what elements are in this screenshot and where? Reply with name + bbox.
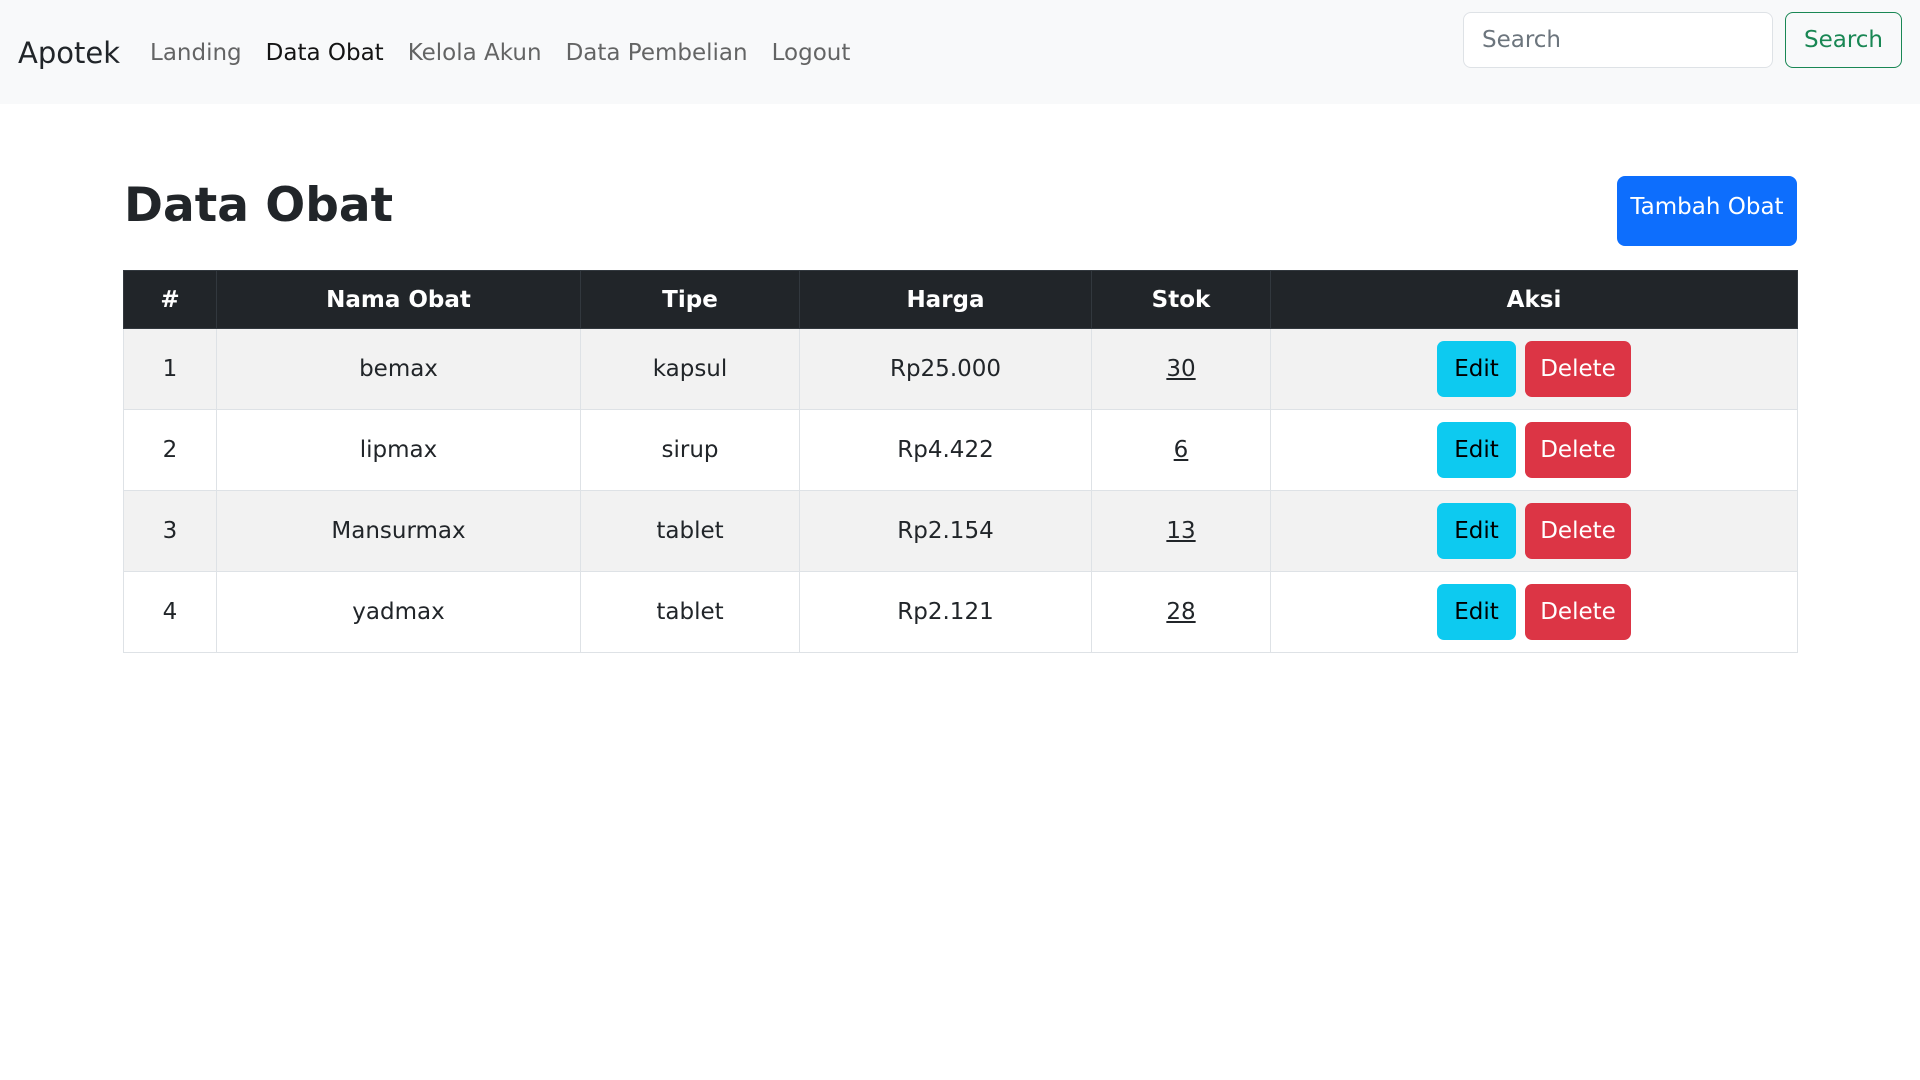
cell-aksi: Edit Delete <box>1270 409 1798 491</box>
search-input[interactable] <box>1462 12 1773 68</box>
nav-links: Landing Data Obat Kelola Akun Data Pembe… <box>150 36 862 70</box>
cell-tipe: tablet <box>580 490 800 572</box>
edit-button[interactable]: Edit <box>1437 503 1516 559</box>
nav-link-logout[interactable]: Logout <box>760 36 863 70</box>
stok-link[interactable]: 6 <box>1174 437 1189 463</box>
header-stok: Stok <box>1091 270 1271 329</box>
nav-link-data-obat[interactable]: Data Obat <box>254 36 396 70</box>
cell-harga: Rp4.422 <box>799 409 1092 491</box>
navbar: Apotek Landing Data Obat Kelola Akun Dat… <box>0 0 1920 104</box>
cell-nama-obat: bemax <box>216 328 581 410</box>
obat-table: # Nama Obat Tipe Harga Stok Aksi 1 bemax… <box>123 270 1798 653</box>
header-tipe: Tipe <box>580 270 800 329</box>
delete-button[interactable]: Delete <box>1525 584 1631 640</box>
page-title: Data Obat <box>124 178 394 233</box>
cell-nama-obat: lipmax <box>216 409 581 491</box>
cell-stok: 13 <box>1091 490 1271 572</box>
cell-tipe: tablet <box>580 571 800 653</box>
cell-no: 1 <box>123 328 217 410</box>
cell-harga: Rp2.121 <box>799 571 1092 653</box>
delete-button[interactable]: Delete <box>1525 341 1631 397</box>
edit-button[interactable]: Edit <box>1437 341 1516 397</box>
nav-link-kelola-akun[interactable]: Kelola Akun <box>396 36 554 70</box>
header-nama-obat: Nama Obat <box>216 270 581 329</box>
delete-button[interactable]: Delete <box>1525 422 1631 478</box>
cell-aksi: Edit Delete <box>1270 490 1798 572</box>
header-no: # <box>123 270 217 329</box>
cell-no: 4 <box>123 571 217 653</box>
cell-harga: Rp25.000 <box>799 328 1092 410</box>
cell-aksi: Edit Delete <box>1270 328 1798 410</box>
header-aksi: Aksi <box>1270 270 1798 329</box>
add-obat-button[interactable]: Tambah Obat <box>1617 176 1797 246</box>
cell-nama-obat: yadmax <box>216 571 581 653</box>
edit-button[interactable]: Edit <box>1437 584 1516 640</box>
cell-no: 3 <box>123 490 217 572</box>
table-header: # Nama Obat Tipe Harga Stok Aksi <box>123 270 1798 329</box>
cell-tipe: kapsul <box>580 328 800 410</box>
cell-nama-obat: Mansurmax <box>216 490 581 572</box>
table-body: 1 bemax kapsul Rp25.000 30 Edit Delete 2 … <box>123 328 1798 653</box>
cell-stok: 30 <box>1091 328 1271 410</box>
cell-stok: 6 <box>1091 409 1271 491</box>
cell-aksi: Edit Delete <box>1270 571 1798 653</box>
header-harga: Harga <box>799 270 1092 329</box>
stok-link[interactable]: 13 <box>1166 518 1195 544</box>
cell-no: 2 <box>123 409 217 491</box>
table-row: 1 bemax kapsul Rp25.000 30 Edit Delete <box>123 328 1798 410</box>
table-row: 4 yadmax tablet Rp2.121 28 Edit Delete <box>123 571 1798 653</box>
nav-link-landing[interactable]: Landing <box>150 36 254 70</box>
delete-button[interactable]: Delete <box>1525 503 1631 559</box>
edit-button[interactable]: Edit <box>1437 422 1516 478</box>
table-row: 2 lipmax sirup Rp4.422 6 Edit Delete <box>123 409 1798 491</box>
brand-link[interactable]: Apotek <box>18 32 120 74</box>
cell-tipe: sirup <box>580 409 800 491</box>
stok-link[interactable]: 30 <box>1166 356 1195 382</box>
cell-harga: Rp2.154 <box>799 490 1092 572</box>
search-button[interactable]: Search <box>1784 12 1902 68</box>
cell-stok: 28 <box>1091 571 1271 653</box>
search-form: Search <box>1462 12 1902 68</box>
stok-link[interactable]: 28 <box>1166 599 1195 625</box>
table-row: 3 Mansurmax tablet Rp2.154 13 Edit Delete <box>123 490 1798 572</box>
nav-link-data-pembelian[interactable]: Data Pembelian <box>554 36 760 70</box>
